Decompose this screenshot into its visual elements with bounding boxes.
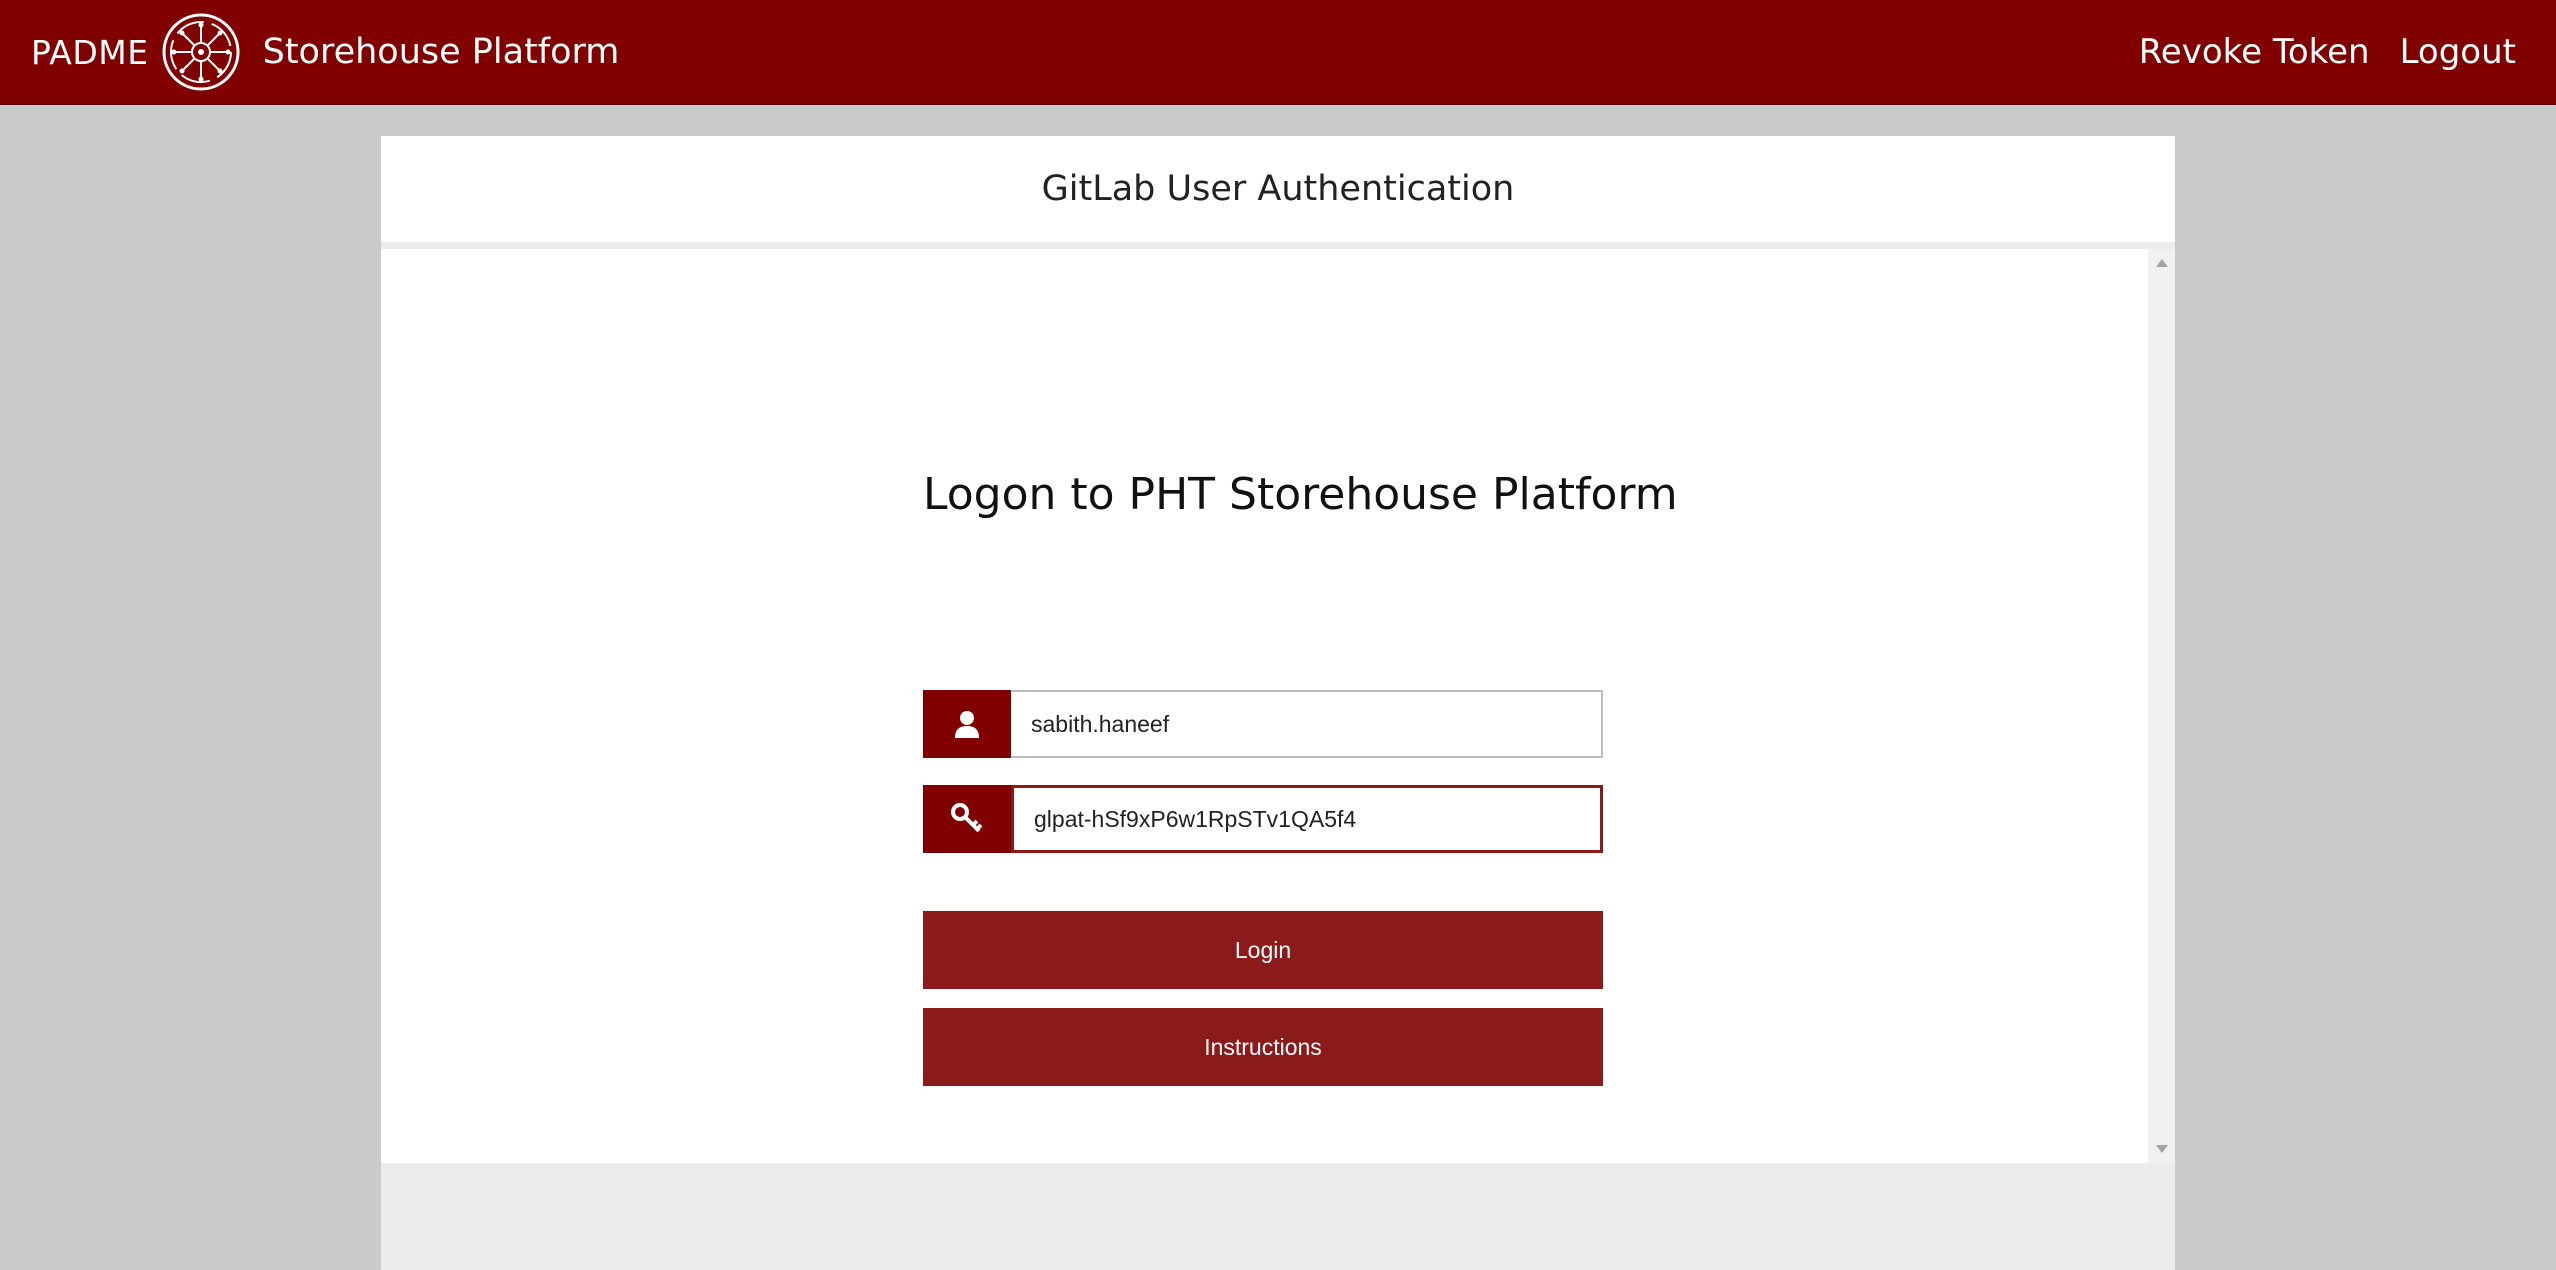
scroll-up-arrow-icon[interactable] [2156,259,2168,267]
panel-header: GitLab User Authentication [381,136,2175,242]
logout-link[interactable]: Logout [2400,32,2516,72]
frame-scrollbar[interactable] [2148,249,2175,1163]
username-input[interactable] [1011,690,1603,758]
panel-title: GitLab User Authentication [1041,169,1515,209]
brand-name: PADME [31,32,149,72]
padme-logo-icon [162,13,240,91]
token-input[interactable] [1011,785,1603,853]
key-icon [923,785,1011,853]
header-divider [381,242,2175,249]
user-icon [923,690,1011,758]
top-navbar: PADME Storehouse Platform Revoke Token L… [0,0,2556,105]
revoke-token-link[interactable]: Revoke Token [2139,32,2370,72]
username-row [923,690,1603,758]
scroll-down-arrow-icon[interactable] [2156,1145,2168,1153]
auth-panel: GitLab User Authentication Logon to PHT … [381,136,2175,1270]
login-button[interactable]: Login [923,911,1603,989]
instructions-button[interactable]: Instructions [923,1008,1603,1086]
platform-title: Storehouse Platform [262,32,620,72]
nav-links: Revoke Token Logout [2109,0,2516,104]
brand[interactable]: PADME Storehouse Platform [31,0,619,104]
login-heading: Logon to PHT Storehouse Platform [923,469,1678,520]
login-frame: Logon to PHT Storehouse Platform sabith.… [381,249,2148,1163]
token-row [923,785,1603,853]
